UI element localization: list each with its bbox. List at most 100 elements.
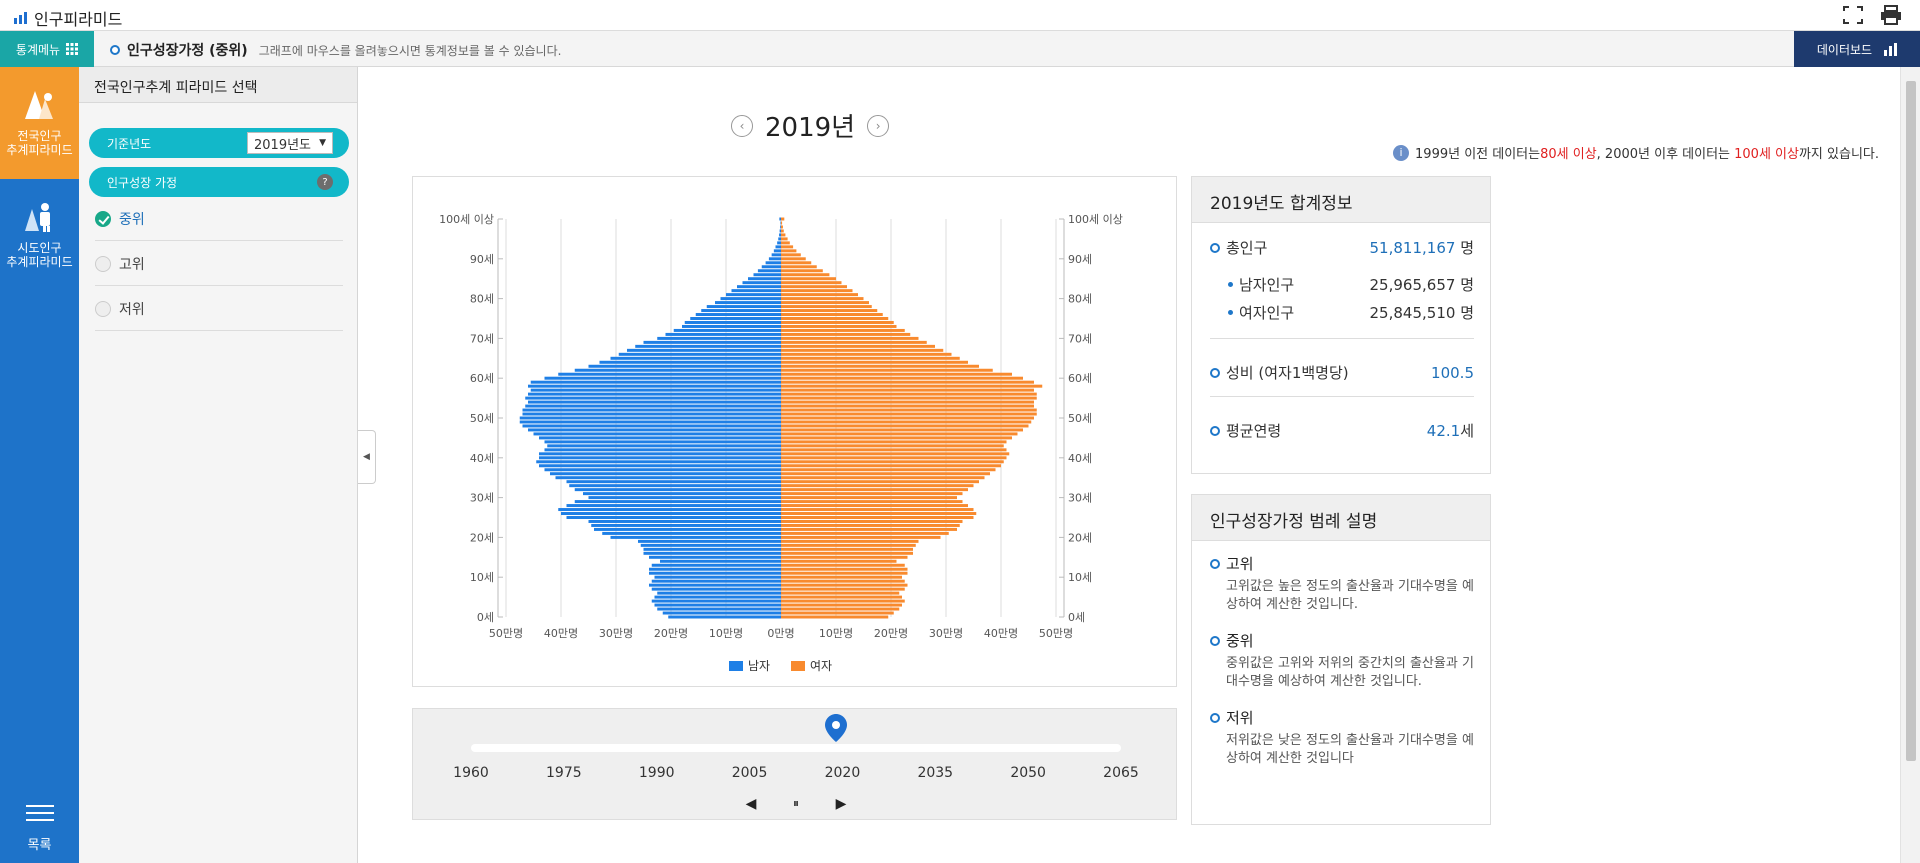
y-tick-label-right: 100세 이상 bbox=[1068, 213, 1123, 226]
base-year-select[interactable]: 2019년도 ▼ bbox=[247, 132, 333, 154]
female-bar bbox=[781, 607, 900, 611]
timeline-year-label[interactable]: 2020 bbox=[825, 765, 861, 781]
y-tick-label-left: 10세 bbox=[470, 571, 494, 584]
timeline-year-label[interactable]: 2035 bbox=[917, 765, 953, 781]
male-bar bbox=[574, 500, 781, 504]
female-bar bbox=[781, 368, 993, 372]
female-bar bbox=[781, 603, 902, 607]
y-tick-label-left: 70세 bbox=[470, 332, 494, 345]
female-bar bbox=[781, 289, 853, 293]
male-bar bbox=[539, 456, 781, 460]
population-pyramid-chart[interactable]: 50만명 40만명 30만명 20만명 10만명 0만명 10만명 20만명 30만명 40만명 5… bbox=[413, 177, 1178, 688]
total-unit: 명 bbox=[1460, 239, 1474, 257]
male-bar bbox=[530, 388, 781, 392]
page-title: 인구성장가정 (중위) bbox=[127, 43, 248, 59]
hamburger-icon bbox=[25, 800, 54, 826]
bullet-ring-icon bbox=[1210, 425, 1220, 436]
pyramid-icon bbox=[24, 91, 53, 119]
male-bar bbox=[544, 376, 781, 380]
female-bar bbox=[781, 508, 974, 512]
x-tick-label: 10만명 bbox=[819, 627, 853, 640]
sex-ratio-label: 성비 (여자1백명당) bbox=[1226, 364, 1349, 382]
panel-header: 전국인구추계 피라미드 선택 bbox=[79, 67, 357, 103]
female-bar bbox=[781, 468, 996, 472]
nav-province-pyramid[interactable]: 시도인구 추계피라미드 bbox=[0, 179, 79, 291]
option-high[interactable]: 고위 bbox=[95, 242, 343, 286]
male-bar bbox=[726, 293, 781, 297]
y-tick-label-left: 50세 bbox=[470, 412, 494, 425]
female-population-row: 여자인구 25,845,510 명 bbox=[1228, 302, 1474, 323]
timeline-year-label[interactable]: 1960 bbox=[453, 765, 489, 781]
male-bar bbox=[748, 277, 781, 281]
male-bar bbox=[731, 289, 781, 293]
female-bar bbox=[781, 265, 817, 269]
female-bar bbox=[781, 472, 990, 476]
print-icon[interactable] bbox=[1880, 5, 1902, 25]
databoard-button[interactable]: 데이터보드 bbox=[1794, 31, 1920, 67]
male-bar bbox=[547, 444, 781, 448]
timeline-track[interactable] bbox=[471, 744, 1121, 752]
male-bar bbox=[649, 571, 781, 575]
male-bar bbox=[657, 591, 781, 595]
male-bar bbox=[778, 237, 781, 241]
male-bar bbox=[684, 320, 781, 324]
bar-chart-icon bbox=[1884, 42, 1898, 56]
female-unit: 명 bbox=[1460, 304, 1474, 322]
legend-item-medium: 중위 중위값은 고위와 저위의 중간치의 출산율과 기대수명을 예상하여 계산한… bbox=[1210, 630, 1480, 691]
timeline-year-label[interactable]: 1990 bbox=[639, 765, 675, 781]
legend-label-female: 여자 bbox=[810, 659, 832, 673]
nav-list-button[interactable]: 목록 bbox=[0, 800, 79, 853]
timeline-year-label[interactable]: 2005 bbox=[732, 765, 768, 781]
male-bar bbox=[569, 484, 781, 488]
nav-national-pyramid[interactable]: 전국인구 추계피라미드 bbox=[0, 67, 79, 179]
stats-menu-button[interactable]: 통계메뉴 bbox=[0, 31, 94, 67]
female-bar bbox=[781, 559, 897, 563]
map-pin-icon[interactable] bbox=[825, 714, 848, 742]
info-icon: i bbox=[1393, 144, 1410, 161]
male-bar bbox=[522, 408, 781, 412]
notice-part-3: , 2000년 이후 데이터는 bbox=[1596, 147, 1735, 162]
female-bar bbox=[781, 324, 897, 328]
female-bar bbox=[781, 611, 894, 615]
timeline-prev-button[interactable]: ◀ bbox=[746, 796, 757, 812]
option-medium[interactable]: 중위 bbox=[95, 197, 343, 241]
male-bar bbox=[765, 261, 781, 265]
male-value: 25,965,657 bbox=[1369, 276, 1456, 294]
help-icon[interactable]: ? bbox=[317, 174, 333, 190]
female-bar bbox=[781, 464, 1001, 468]
male-bar bbox=[690, 317, 781, 320]
legend-medium-desc: 중위값은 고위와 저위의 중간치의 출산율과 기대수명을 예상하여 계산한 것입… bbox=[1226, 656, 1474, 689]
page-scrollbar[interactable] bbox=[1900, 67, 1920, 863]
female-bar bbox=[781, 372, 1012, 376]
option-low[interactable]: 저위 bbox=[95, 287, 343, 331]
male-bar bbox=[757, 269, 781, 273]
prev-year-button[interactable]: ‹ bbox=[731, 114, 753, 137]
bullet-ring-icon bbox=[1210, 712, 1220, 723]
average-age-row: 평균연령 42.1세 bbox=[1210, 420, 1474, 441]
fullscreen-icon[interactable] bbox=[1842, 5, 1864, 25]
bullet-ring-icon bbox=[1210, 242, 1220, 253]
female-bar bbox=[781, 504, 968, 508]
scrollbar-thumb[interactable] bbox=[1906, 81, 1916, 761]
female-bar bbox=[781, 305, 872, 309]
total-label: 총인구 bbox=[1226, 239, 1268, 257]
male-bar bbox=[643, 551, 781, 555]
sex-ratio-row: 성비 (여자1백명당) 100.5 bbox=[1210, 362, 1474, 383]
legend-high-title: 고위 bbox=[1226, 555, 1254, 573]
male-bar bbox=[651, 599, 781, 603]
timeline-year-label[interactable]: 2065 bbox=[1103, 765, 1139, 781]
next-year-button[interactable]: › bbox=[867, 114, 890, 137]
timeline-year-label[interactable]: 1975 bbox=[546, 765, 582, 781]
timeline-year-label[interactable]: 2050 bbox=[1010, 765, 1046, 781]
bullet-ring-icon bbox=[1210, 367, 1220, 378]
timeline-pause-button[interactable]: ⏸ bbox=[793, 796, 799, 811]
summary-title: 2019년도 합계정보 bbox=[1192, 177, 1490, 223]
timeline-next-button[interactable]: ▶ bbox=[836, 796, 847, 812]
female-bar bbox=[781, 356, 960, 360]
female-bar bbox=[781, 424, 1029, 428]
male-bar bbox=[657, 607, 781, 611]
male-bar bbox=[771, 253, 781, 257]
male-bar bbox=[643, 340, 781, 344]
divider bbox=[1210, 396, 1474, 397]
y-tick-label-left: 0세 bbox=[477, 611, 494, 624]
